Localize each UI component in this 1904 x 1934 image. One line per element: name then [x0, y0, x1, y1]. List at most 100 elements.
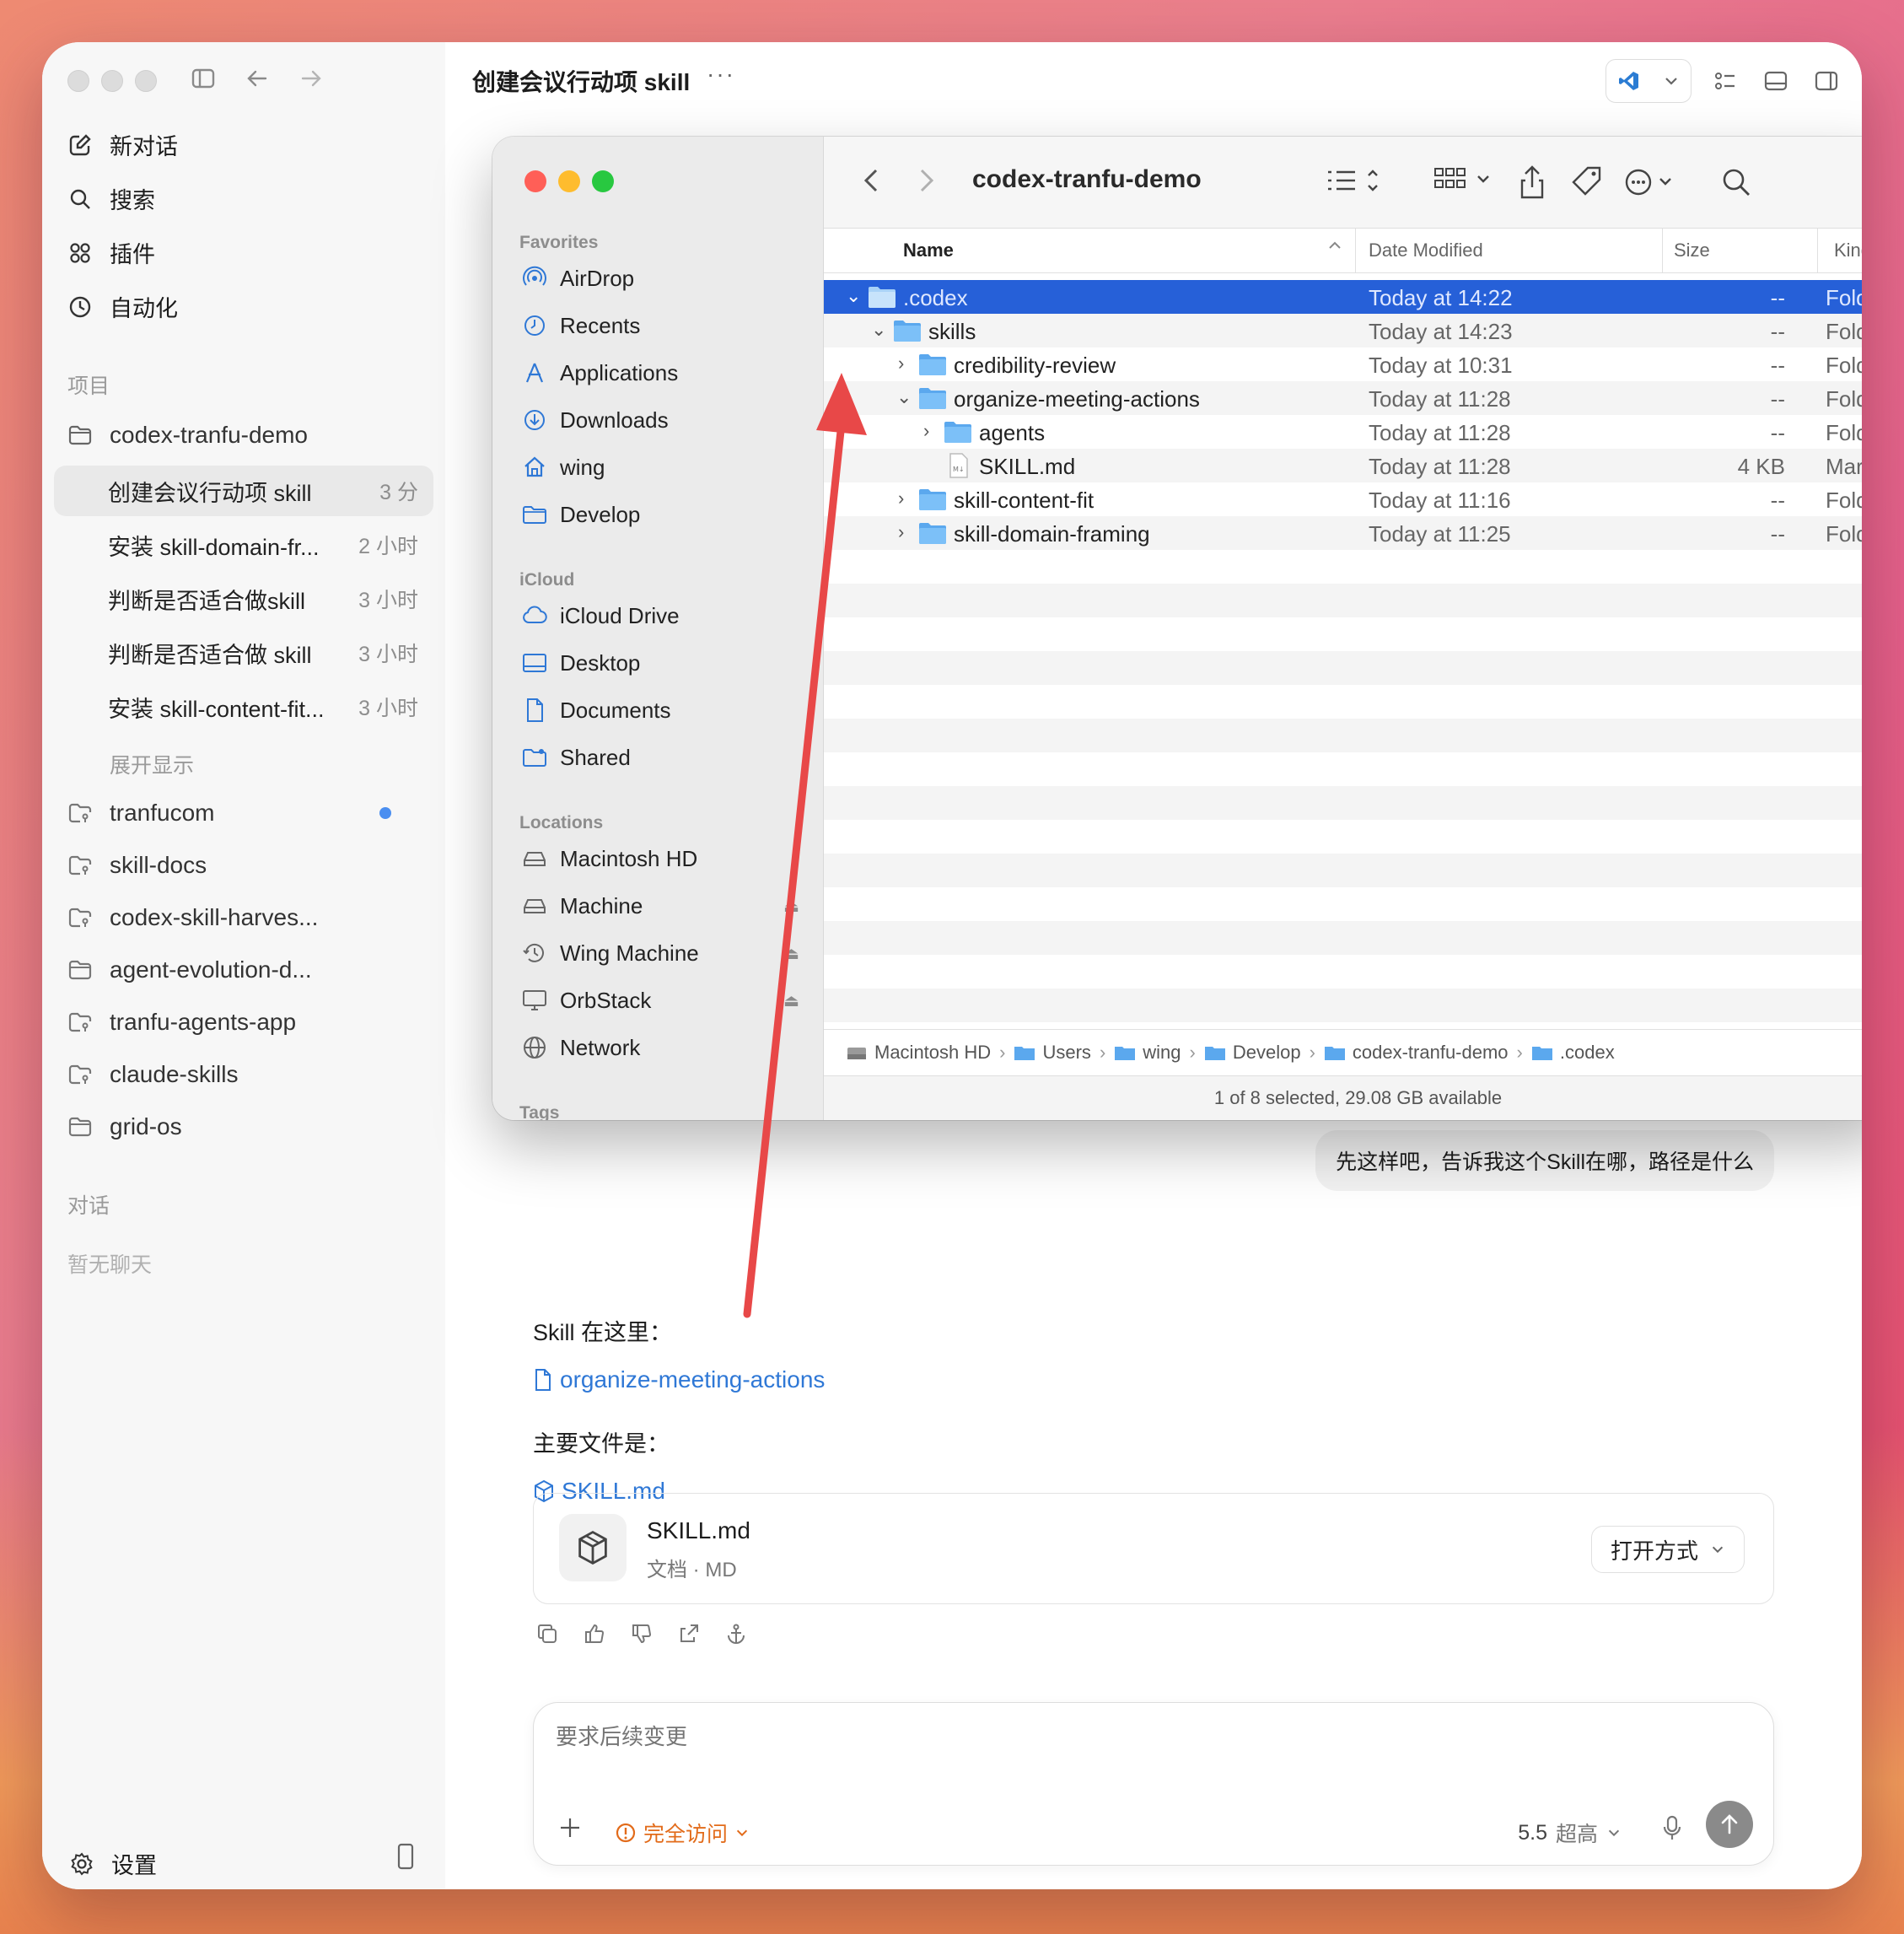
sidebar-item-orbstack[interactable]: OrbStack ⏏ — [521, 987, 799, 1014]
thread-item[interactable]: 判断是否适合做 skill 3 小时 — [54, 628, 433, 678]
sort-ascending-icon[interactable] — [1326, 237, 1343, 259]
more-options-button[interactable]: ··· — [707, 61, 735, 88]
thread-item[interactable]: 创建会议行动项 skill 3 分 — [54, 466, 433, 516]
minimize-button[interactable] — [101, 70, 123, 92]
project-item[interactable]: grid-os — [67, 1113, 420, 1140]
sidebar-item-macintosh-hd[interactable]: Macintosh HD — [521, 845, 799, 872]
tag-icon[interactable] — [1571, 164, 1605, 205]
microphone-icon[interactable] — [1660, 1814, 1684, 1847]
automation-button[interactable]: 自动化 — [67, 290, 178, 323]
file-row[interactable]: ⌄ organize-meeting-actions Today at 11:2… — [824, 381, 1862, 415]
project-item[interactable]: tranfu-agents-app — [67, 1009, 420, 1036]
send-button[interactable] — [1706, 1801, 1753, 1848]
close-button[interactable] — [67, 70, 89, 92]
search-icon[interactable] — [1719, 164, 1753, 205]
model-selector[interactable]: 5.5 超高 — [1518, 1818, 1622, 1848]
sidebar-item-wing-machine[interactable]: Wing Machine ⏏ — [521, 940, 799, 967]
project-item[interactable]: tranfucom — [67, 800, 420, 827]
forward-arrow-icon[interactable] — [299, 66, 324, 98]
path-segment[interactable]: wing — [1114, 1042, 1181, 1064]
path-segment[interactable]: .codex — [1531, 1042, 1615, 1064]
forward-chevron-icon[interactable] — [913, 164, 939, 202]
file-row[interactable]: › agents Today at 11:28 -- Folde — [824, 415, 1862, 449]
path-segment[interactable]: Macintosh HD — [846, 1042, 991, 1064]
open-in-editor-button[interactable] — [1605, 59, 1692, 103]
eject-icon[interactable]: ⏏ — [783, 990, 799, 1011]
sidebar-item-shared[interactable]: Shared — [521, 744, 799, 771]
group-view-icon[interactable] — [1433, 164, 1500, 202]
folder-path-link[interactable]: organize-meeting-actions — [533, 1366, 825, 1393]
project-item[interactable]: agent-evolution-d... — [67, 956, 420, 983]
disclosure-open-icon[interactable]: ⌄ — [871, 319, 886, 341]
file-card[interactable]: SKILL.md 文档 · MD 打开方式 — [533, 1493, 1774, 1604]
more-actions-icon[interactable] — [1623, 164, 1682, 205]
disclosure-open-icon[interactable]: ⌄ — [896, 386, 912, 408]
settings-button[interactable]: 设置 — [69, 1847, 157, 1880]
sidebar-item-recents[interactable]: Recents — [521, 312, 799, 339]
search-button[interactable]: 搜索 — [67, 182, 155, 215]
path-segment[interactable]: Develop — [1204, 1042, 1301, 1064]
project-item[interactable]: claude-skills — [67, 1061, 420, 1088]
right-panel-icon[interactable] — [1810, 64, 1843, 98]
thumbs-up-icon[interactable] — [580, 1619, 609, 1648]
sidebar-item-applications[interactable]: Applications — [521, 359, 799, 386]
finder-close-button[interactable] — [524, 170, 546, 192]
share-icon[interactable] — [675, 1619, 703, 1648]
disclosure-closed-icon[interactable]: › — [898, 353, 904, 374]
path-segment[interactable]: Users — [1014, 1042, 1091, 1064]
project-codex-tranfu-demo[interactable]: codex-tranfu-demo — [67, 422, 420, 449]
plugins-button[interactable]: 插件 — [67, 236, 155, 269]
back-arrow-icon[interactable] — [245, 66, 270, 98]
thread-item[interactable]: 安装 skill-domain-fr... 2 小时 — [54, 520, 433, 570]
add-attachment-button[interactable] — [557, 1813, 583, 1848]
checklist-icon[interactable] — [1708, 64, 1742, 98]
disclosure-closed-icon[interactable]: › — [898, 488, 904, 509]
sidebar-item-icloud-drive[interactable]: iCloud Drive — [521, 602, 799, 629]
sidebar-item-develop[interactable]: Develop — [521, 501, 799, 528]
back-chevron-icon[interactable] — [859, 164, 885, 202]
copy-icon[interactable] — [533, 1619, 562, 1648]
access-mode-dropdown[interactable]: 完全访问 — [615, 1818, 750, 1848]
disclosure-open-icon[interactable]: ⌄ — [846, 285, 861, 307]
share-icon[interactable] — [1515, 164, 1549, 205]
sidebar-item-airdrop[interactable]: AirDrop — [521, 265, 799, 292]
list-view-icon[interactable] — [1325, 164, 1387, 202]
zoom-button[interactable] — [135, 70, 157, 92]
project-item[interactable]: skill-docs — [67, 852, 420, 879]
column-size[interactable]: Size — [1674, 240, 1710, 261]
thumbs-down-icon[interactable] — [627, 1619, 656, 1648]
column-name[interactable]: Name — [903, 240, 954, 261]
sidebar-item-downloads[interactable]: Downloads — [521, 407, 799, 434]
sidebar-toggle-icon[interactable] — [191, 66, 216, 98]
thread-item[interactable]: 安装 skill-content-fit... 3 小时 — [54, 681, 433, 732]
anchor-icon[interactable] — [722, 1619, 750, 1648]
finder-minimize-button[interactable] — [558, 170, 580, 192]
project-item[interactable]: codex-skill-harves... — [67, 904, 420, 931]
finder-zoom-button[interactable] — [592, 170, 614, 192]
sidebar-item-wing[interactable]: wing — [521, 454, 799, 481]
eject-icon[interactable]: ⏏ — [783, 896, 799, 917]
followup-input[interactable] — [554, 1723, 1401, 1751]
file-row[interactable]: ⌄ skills Today at 14:23 -- Folde — [824, 314, 1862, 347]
new-chat-button[interactable]: 新对话 — [67, 128, 178, 161]
disclosure-closed-icon[interactable]: › — [898, 521, 904, 543]
column-date-modified[interactable]: Date Modified — [1369, 240, 1483, 261]
sidebar-item-network[interactable]: Network — [521, 1034, 799, 1061]
open-with-dropdown[interactable]: 打开方式 — [1590, 1526, 1745, 1573]
sidebar-item-documents[interactable]: Documents — [521, 697, 799, 724]
path-segment[interactable]: codex-tranfu-demo — [1324, 1042, 1509, 1064]
device-icon[interactable] — [395, 1842, 417, 1875]
sidebar-item-desktop[interactable]: Desktop — [521, 649, 799, 676]
sidebar-item-machine[interactable]: Machine ⏏ — [521, 892, 799, 919]
eject-icon[interactable]: ⏏ — [783, 943, 799, 964]
column-kind[interactable]: Kind — [1834, 240, 1862, 261]
file-row[interactable]: › skill-content-fit Today at 11:16 -- Fo… — [824, 482, 1862, 516]
file-row[interactable]: ⌄ .codex Today at 14:22 -- Folde — [824, 280, 1862, 314]
bottom-panel-icon[interactable] — [1759, 64, 1793, 98]
disclosure-closed-icon[interactable]: › — [923, 420, 929, 442]
expand-more-link[interactable]: 展开显示 — [110, 749, 194, 779]
file-row[interactable]: › credibility-review Today at 10:31 -- F… — [824, 347, 1862, 381]
file-row[interactable]: M↓ SKILL.md Today at 11:28 4 KB Marki — [824, 449, 1862, 482]
thread-item[interactable]: 判断是否适合做skill 3 小时 — [54, 574, 433, 624]
file-row[interactable]: › skill-domain-framing Today at 11:25 --… — [824, 516, 1862, 550]
